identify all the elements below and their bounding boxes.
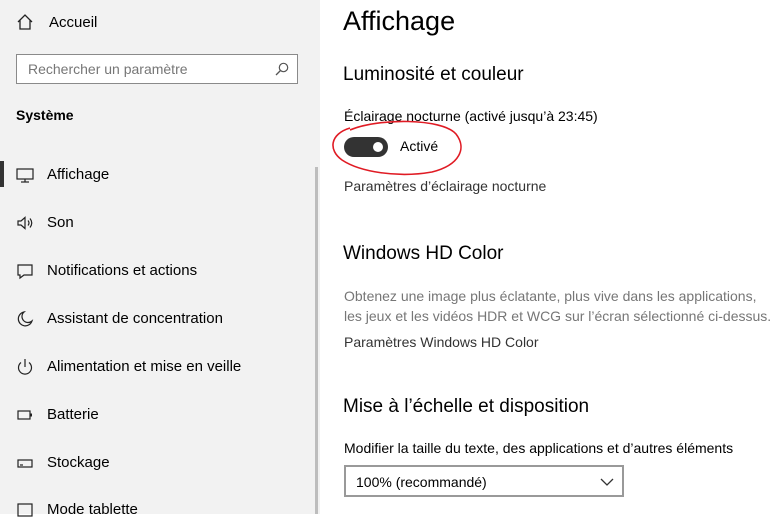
page-title: Affichage [343, 6, 456, 36]
hd-description-line1: Obtenez une image plus éclatante, plus v… [344, 288, 757, 304]
sidebar-scrollbar[interactable] [315, 167, 318, 514]
toggle-state-label: Activé [400, 138, 439, 154]
battery-icon [17, 410, 32, 420]
sidebar-item-label: Affichage [47, 166, 110, 183]
sidebar-item-tablette[interactable]: Mode tablette [0, 490, 318, 530]
night-light-toggle[interactable] [344, 137, 388, 157]
notification-icon [17, 264, 33, 280]
sidebar-item-notifications[interactable]: Notifications et actions [0, 251, 318, 291]
sidebar-item-concentration[interactable]: Assistant de concentration [0, 299, 318, 339]
sidebar-item-batterie[interactable]: Batterie [0, 395, 318, 435]
home-icon [17, 14, 33, 30]
main-panel: Affichage Luminosité et couleur Éclairag… [320, 0, 782, 514]
search-box[interactable] [16, 54, 298, 84]
search-icon[interactable] [275, 62, 289, 76]
storage-icon [17, 459, 33, 468]
home-label: Accueil [49, 13, 98, 31]
sidebar-item-label: Mode tablette [47, 501, 138, 518]
home-link[interactable]: Accueil [16, 10, 97, 34]
scale-dropdown[interactable]: 100% (recommandé) [344, 465, 624, 497]
scale-heading: Mise à l’échelle et disposition [343, 396, 590, 417]
sidebar-item-son[interactable]: Son [0, 203, 318, 243]
moon-icon [17, 310, 34, 327]
speaker-icon [17, 216, 33, 230]
sidebar-item-stockage[interactable]: Stockage [0, 443, 318, 483]
toggle-knob [373, 142, 383, 152]
sidebar-item-affichage[interactable]: Affichage [0, 155, 318, 195]
chevron-down-icon [600, 478, 614, 486]
night-light-label: Éclairage nocturne (activé jusqu’à 23:45… [344, 108, 598, 124]
active-indicator [0, 161, 4, 187]
sidebar: Accueil Système Affichage Son Notificati… [0, 0, 320, 518]
section-title: Système [16, 107, 74, 123]
night-light-settings-link[interactable]: Paramètres d’éclairage nocturne [344, 178, 546, 194]
sidebar-item-label: Batterie [47, 406, 99, 423]
text-size-label: Modifier la taille du texte, des applica… [344, 440, 734, 456]
brightness-heading: Luminosité et couleur [343, 64, 524, 85]
sidebar-item-label: Notifications et actions [47, 262, 198, 279]
monitor-icon [16, 168, 34, 183]
sidebar-item-label: Assistant de concentration [47, 310, 223, 327]
sidebar-item-label: Stockage [47, 454, 110, 471]
hd-color-settings-link[interactable]: Paramètres Windows HD Color [344, 334, 539, 350]
hd-description-line2: les jeux et les vidéos HDR et WCG sur l’… [344, 308, 772, 324]
power-icon [17, 359, 33, 375]
sidebar-item-alimentation[interactable]: Alimentation et mise en veille [0, 347, 318, 387]
search-input[interactable] [17, 55, 267, 83]
sidebar-item-label: Son [47, 214, 74, 231]
sidebar-item-label: Alimentation et mise en veille [47, 358, 242, 375]
tablet-icon [17, 503, 33, 517]
dropdown-value: 100% (recommandé) [356, 474, 487, 490]
hd-color-heading: Windows HD Color [343, 243, 504, 264]
